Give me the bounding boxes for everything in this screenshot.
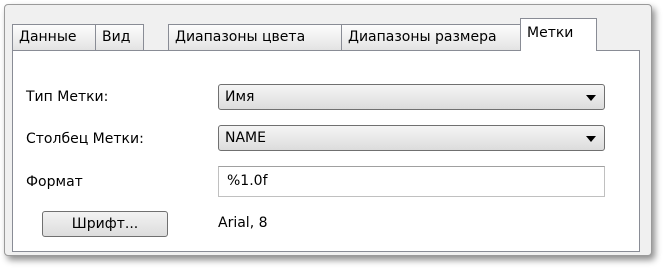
tab-view-label: Вид — [102, 29, 131, 45]
tab-color-ranges-label: Диапазоны цвета — [175, 29, 306, 45]
tab-color-ranges[interactable]: Диапазоны цвета — [168, 24, 342, 50]
label-type-select[interactable]: Имя — [218, 84, 605, 110]
label-type-caption: Тип Метки: — [26, 89, 109, 105]
font-button[interactable]: Шрифт... — [42, 211, 168, 237]
chevron-down-icon — [586, 95, 596, 101]
label-column-select[interactable]: NAME — [218, 125, 605, 151]
format-input[interactable]: %1.0f — [218, 166, 605, 197]
label-column-value: NAME — [225, 130, 266, 146]
format-caption: Формат — [26, 174, 83, 190]
label-type-value: Имя — [225, 89, 255, 105]
tab-labels-label: Метки — [527, 25, 574, 41]
tab-view[interactable]: Вид — [95, 24, 144, 50]
font-value: Arial, 8 — [218, 215, 268, 231]
tab-labels[interactable]: Метки — [520, 18, 597, 51]
tab-data-label: Данные — [19, 29, 77, 45]
chevron-down-icon — [586, 136, 596, 142]
label-column-caption: Столбец Метки: — [26, 131, 144, 147]
tab-data[interactable]: Данные — [12, 24, 96, 50]
tab-size-ranges-label: Диапазоны размера — [348, 29, 497, 45]
tab-size-ranges[interactable]: Диапазоны размера — [341, 24, 521, 50]
